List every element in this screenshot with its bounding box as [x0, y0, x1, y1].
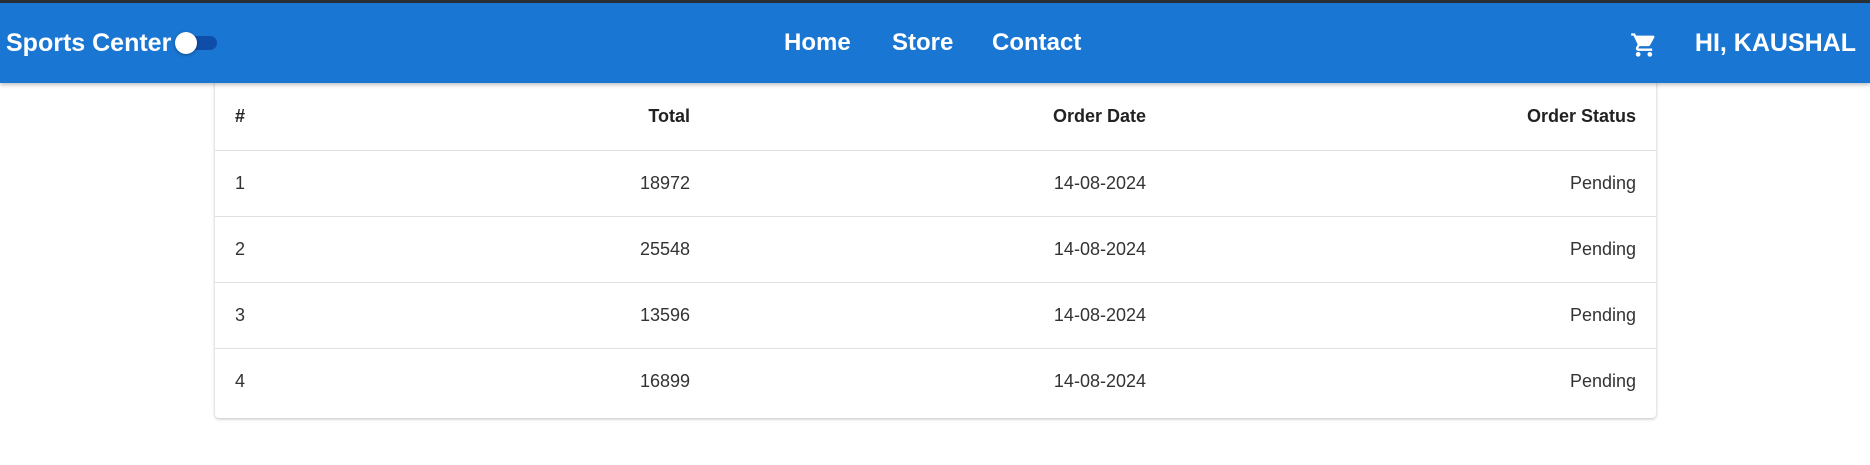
theme-toggle-thumb	[175, 32, 197, 54]
cell-order-status: Pending	[1166, 282, 1656, 349]
cell-order-status: Pending	[1166, 216, 1656, 283]
cell-order-status: Pending	[1166, 150, 1656, 217]
user-greeting-menu[interactable]: HI, KAUSHAL	[1695, 3, 1856, 83]
cell-order-date: 14-08-2024	[1053, 370, 1146, 391]
header-row: # Total Order Date Order Status	[215, 80, 1656, 151]
cell-order-date: 14-08-2024	[710, 282, 1166, 349]
table-row[interactable]: 1 18972 14-08-2024 Pending	[215, 150, 1656, 217]
cell-order-date: 14-08-2024	[710, 216, 1166, 283]
table-row[interactable]: 4 16899 14-08-2024 Pending	[215, 348, 1656, 414]
cell-order-number: 1	[215, 150, 335, 217]
cell-total: 16899	[639, 370, 690, 391]
column-header-total: Total	[335, 80, 710, 151]
theme-toggle-switch[interactable]	[173, 30, 221, 56]
cell-order-status: Pending	[1569, 370, 1636, 391]
nav-link-store[interactable]: Store	[892, 3, 953, 83]
shopping-cart-icon[interactable]	[1630, 31, 1658, 59]
orders-table-card: # Total Order Date Order Status 1 18972 …	[215, 80, 1656, 418]
brand-title[interactable]: Sports Center	[6, 3, 171, 83]
column-header-number: #	[215, 80, 335, 151]
nav-link-contact[interactable]: Contact	[992, 3, 1081, 83]
cell-order-number: 4	[235, 370, 246, 391]
cell-order-number: 2	[215, 216, 335, 283]
cell-total: 13596	[335, 282, 710, 349]
orders-table-header: # Total Order Date Order Status	[215, 80, 1656, 151]
shopping-cart-icon-glyph	[1631, 33, 1655, 57]
cell-total: 25548	[335, 216, 710, 283]
column-header-order-date: Order Date	[710, 80, 1166, 151]
column-header-order-status: Order Status	[1166, 80, 1656, 151]
app-bar: Sports Center Home Store Contact HI, KAU…	[0, 3, 1870, 83]
cell-order-number: 3	[215, 282, 335, 349]
table-row[interactable]: 3 13596 14-08-2024 Pending	[215, 282, 1656, 349]
table-row[interactable]: 2 25548 14-08-2024 Pending	[215, 216, 1656, 283]
orders-table-body: 1 18972 14-08-2024 Pending 2 25548 14-08…	[215, 150, 1656, 414]
cell-total: 18972	[335, 150, 710, 217]
nav-link-home[interactable]: Home	[784, 3, 851, 83]
cell-order-date: 14-08-2024	[710, 150, 1166, 217]
orders-table: # Total Order Date Order Status 1 18972 …	[215, 80, 1656, 414]
